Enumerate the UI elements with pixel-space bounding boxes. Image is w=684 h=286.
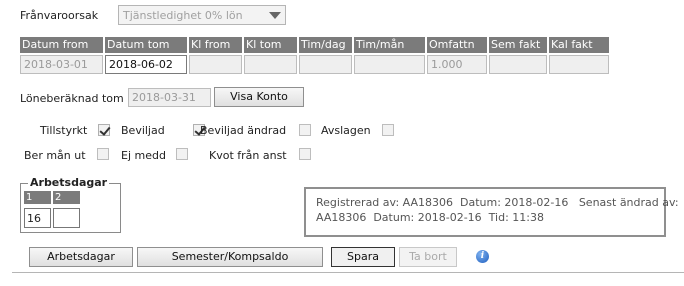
absence-reason-value: Tjänstledighet 0% lön — [123, 8, 243, 22]
absence-reason-label: Frånvaroorsak — [20, 9, 99, 22]
header-kal-fakt: Kal fakt — [549, 37, 609, 53]
arbetsdagar-input-2[interactable] — [53, 208, 80, 228]
arbetsdagar-col-1: 1 — [24, 191, 51, 204]
arbetsdagar-legend: Arbetsdagar — [28, 176, 110, 189]
header-tim-dag: Tim/dag — [299, 37, 352, 53]
beviljad-andrad-checkbox[interactable] — [299, 124, 311, 136]
kl-from-field[interactable] — [189, 55, 242, 74]
header-kl-from: Kl from — [189, 37, 242, 53]
save-button[interactable]: Spara — [331, 247, 395, 267]
omfattn-field[interactable]: 1.000 — [427, 55, 487, 74]
avslagen-label: Avslagen — [321, 124, 371, 137]
salary-calculated-date-field[interactable]: 2018-03-31 — [128, 88, 211, 107]
header-tim-man: Tim/mån — [354, 37, 425, 53]
arbetsdagar-button[interactable]: Arbetsdagar — [29, 247, 133, 267]
avslagen-checkbox[interactable] — [382, 124, 394, 136]
sem-fakt-field[interactable] — [489, 55, 547, 74]
registration-info-line-1: Registrerad av: AA18306 Datum: 2018-02-1… — [316, 196, 679, 209]
header-datum-tom: Datum tom — [105, 37, 187, 53]
datum-tom-field[interactable]: 2018-06-02 — [105, 55, 187, 74]
tim-man-field[interactable] — [354, 55, 425, 74]
header-kl-tom: Kl tom — [244, 37, 297, 53]
kvot-fran-anst-checkbox[interactable] — [299, 148, 311, 160]
kal-fakt-field[interactable] — [549, 55, 609, 74]
arbetsdagar-input-1[interactable]: 16 — [24, 208, 51, 228]
ber-man-ut-label: Ber mån ut — [24, 149, 86, 162]
ber-man-ut-checkbox[interactable] — [97, 148, 109, 160]
visa-konto-button[interactable]: Visa Konto — [214, 87, 304, 107]
kvot-fran-anst-label: Kvot från anst — [209, 149, 287, 162]
salary-calculated-label: Löneberäknad tom — [20, 92, 124, 105]
ej-medd-label: Ej medd — [121, 149, 166, 162]
tillstyrkt-checkbox[interactable] — [98, 124, 110, 136]
registration-info-box: Registrerad av: AA18306 Datum: 2018-02-1… — [304, 187, 679, 237]
tim-dag-field[interactable] — [299, 55, 352, 74]
bottom-divider — [12, 272, 684, 273]
header-sem-fakt: Sem fakt — [489, 37, 547, 53]
registration-info-line-2: AA18306 Datum: 2018-02-16 Tid: 11:38 — [316, 211, 544, 224]
arbetsdagar-col-2: 2 — [53, 191, 80, 204]
absence-reason-select[interactable]: Tjänstledighet 0% lön — [118, 5, 286, 25]
beviljad-andrad-label: Beviljad ändrad — [200, 124, 287, 137]
delete-button[interactable]: Ta bort — [399, 247, 457, 267]
beviljad-label: Beviljad — [121, 124, 165, 137]
header-omfattn: Omfattn — [427, 37, 487, 53]
info-icon[interactable]: i — [476, 250, 489, 263]
semester-kompsaldo-button[interactable]: Semester/Kompsaldo — [137, 247, 323, 267]
header-datum-from: Datum from — [20, 37, 103, 53]
datum-from-field[interactable]: 2018-03-01 — [20, 55, 103, 74]
kl-tom-field[interactable] — [244, 55, 297, 74]
ej-medd-checkbox[interactable] — [176, 148, 188, 160]
chevron-down-icon — [269, 11, 281, 19]
tillstyrkt-label: Tillstyrkt — [40, 124, 88, 137]
